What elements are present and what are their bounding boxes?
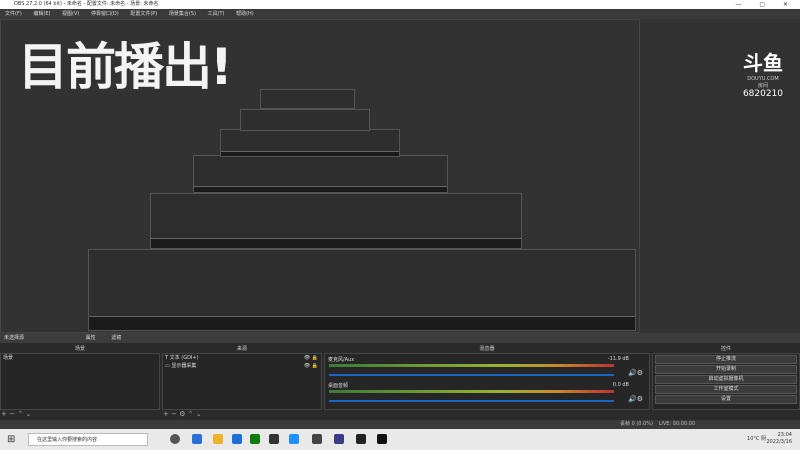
mail-icon[interactable] [232, 434, 242, 444]
start-virtual-camera-button[interactable]: 启动虚拟摄像机 [655, 375, 797, 384]
move-down-icon[interactable]: ⌄ [196, 410, 202, 418]
menu-help[interactable]: 帮助(H) [236, 11, 254, 17]
app-icon[interactable] [334, 434, 344, 444]
menu-file[interactable]: 文件(F) [5, 11, 22, 17]
live-timer: LIVE: 00:00:00 [658, 421, 696, 427]
room-label: 房间 [757, 83, 768, 89]
desktop-volume-slider[interactable] [329, 400, 614, 402]
controls-title: 控件 [720, 346, 731, 352]
dock-header: 未选择源 属性 滤镜 [0, 333, 800, 343]
dropped-frames: 丢帧 0 (0.0%) [620, 421, 653, 427]
preview-canvas[interactable]: 目前播出! 斗鱼 DOUYU.COM 房间 6820210 [0, 19, 800, 333]
menu-profile[interactable]: 配置文件(P) [130, 11, 157, 17]
remove-source-icon[interactable]: − [171, 410, 179, 418]
edge-icon[interactable] [192, 434, 202, 444]
menu-edit[interactable]: 编辑(E) [33, 11, 50, 17]
menu-bar: 文件(F) 编辑(E) 视图(V) 停靠窗口(D) 配置文件(P) 场景集合(S… [0, 9, 800, 19]
scene-item[interactable]: 场景 [1, 354, 159, 362]
window-title: OBS 27.2.0 (64 bit) - 未命名 - 配置文件: 未命名 - … [14, 1, 159, 7]
add-scene-icon[interactable]: + [1, 410, 7, 418]
taskbar: ⊞ 在这里输入你要搜索的内容 10°C 阴 23:04 2022/3/16 [0, 429, 800, 450]
menu-scene-collection[interactable]: 场景集合(S) [169, 11, 196, 17]
window-controls[interactable]: — ▢ ✕ [735, 0, 796, 9]
clock-time: 23:04 [777, 432, 792, 438]
status-bar: 丢帧 0 (0.0%) LIVE: 00:00:00 [0, 420, 800, 429]
settings-button[interactable]: 设置 [655, 395, 797, 404]
system-tray[interactable]: 10°C 阴 [747, 435, 766, 442]
move-up-icon[interactable]: ⌃ [17, 410, 23, 418]
clock-date: 2022/3/16 [766, 439, 792, 445]
remove-scene-icon[interactable]: − [9, 410, 17, 418]
scenes-panel: 场景 场景 + − ⌃ ⌄ [0, 346, 160, 418]
file-explorer-icon[interactable] [213, 434, 223, 444]
mixer-title: 混音器 [479, 346, 495, 352]
app-icon-2[interactable] [356, 434, 366, 444]
xbox-icon[interactable] [250, 434, 260, 444]
properties-button[interactable]: 属性 [86, 335, 96, 341]
mic-volume-slider[interactable] [329, 374, 614, 376]
scenes-title: 场景 [74, 346, 85, 352]
browser-icon[interactable] [289, 434, 299, 444]
controls-panel: 控件 停止推流 开始录制 启动虚拟摄像机 工作室模式 设置 [652, 346, 800, 410]
move-down-icon[interactable]: ⌄ [25, 410, 31, 418]
stop-streaming-button[interactable]: 停止推流 [655, 355, 797, 364]
window-titlebar: OBS 27.2.0 (64 bit) - 未命名 - 配置文件: 未命名 - … [0, 0, 800, 9]
windows-start-icon[interactable]: ⊞ [7, 434, 15, 445]
scenes-toolbar: + − ⌃ ⌄ [1, 410, 31, 420]
desktop-mute-speaker-icon[interactable]: 🔊⚙ [628, 395, 643, 403]
menu-view[interactable]: 视图(V) [62, 11, 79, 17]
steam-icon[interactable] [269, 434, 279, 444]
menu-tools[interactable]: 工具(T) [208, 11, 225, 17]
source-item-text[interactable]: T 文本 (GDI+) 👁 🔒 [163, 354, 321, 362]
start-recording-button[interactable]: 开始录制 [655, 365, 797, 374]
visibility-lock-icons[interactable]: 👁 🔒 [304, 362, 318, 370]
mic-mute-speaker-icon[interactable]: 🔊⚙ [628, 369, 643, 377]
visibility-lock-icons[interactable]: 👁 🔒 [304, 354, 318, 362]
desktop-track-label: 桌面音频 [328, 383, 349, 389]
mic-level-meter [329, 364, 614, 367]
studio-mode-button[interactable]: 工作室模式 [655, 385, 797, 394]
douyu-logo: 斗鱼 [743, 51, 783, 75]
selected-source-label: 未选择源 [4, 335, 25, 341]
add-source-icon[interactable]: + [163, 410, 169, 418]
sources-toolbar: + − ⚙ ⌃ ⌄ [163, 410, 202, 420]
desktop-track-db: 0.0 dB [612, 382, 629, 388]
system-clock[interactable]: 23:04 2022/3/16 [766, 432, 792, 446]
source-item-display[interactable]: ▭ 显示器采集 👁 🔒 [163, 362, 321, 370]
mic-track-db: -11.9 dB [607, 356, 629, 362]
sources-panel: 来源 T 文本 (GDI+) 👁 🔒 ▭ 显示器采集 👁 🔒 + − ⚙ ⌃ ⌄ [162, 346, 322, 418]
overlay-text: 目前播出! [18, 38, 233, 96]
task-view-icon[interactable] [170, 434, 180, 444]
room-id: 6820210 [742, 89, 784, 99]
filters-button[interactable]: 滤镜 [111, 335, 121, 341]
weather-temp: 10°C [747, 436, 760, 442]
move-up-icon[interactable]: ⌃ [188, 410, 194, 418]
gear-icon[interactable]: ⚙ [179, 410, 185, 418]
obs-icon[interactable] [312, 434, 322, 444]
audio-mixer-panel: 混音器 麦克风/Aux -11.9 dB 🔊⚙ 桌面音频 0.0 dB 🔊⚙ [324, 346, 650, 410]
app-icon-3[interactable] [377, 434, 387, 444]
taskbar-search-input[interactable]: 在这里输入你要搜索的内容 [28, 433, 148, 446]
sources-title: 来源 [236, 346, 247, 352]
menu-docks[interactable]: 停靠窗口(D) [91, 11, 119, 17]
weather-desc: 阴 [760, 436, 766, 442]
mic-track-label: 麦克风/Aux [328, 357, 355, 363]
desktop-level-meter [329, 390, 614, 393]
douyu-watermark: 斗鱼 DOUYU.COM 房间 6820210 [728, 47, 798, 99]
